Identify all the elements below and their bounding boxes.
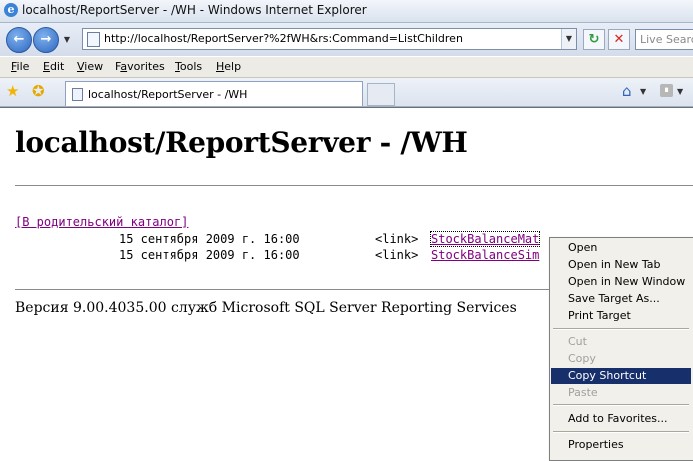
stop-button[interactable]: ✕ [608, 29, 630, 50]
context-separator [553, 328, 689, 330]
context-properties[interactable]: Properties [551, 437, 691, 453]
context-cut[interactable]: Cut [551, 334, 691, 350]
context-properties-label: Properties [568, 438, 624, 451]
add-favorites-icon[interactable]: ✪ [32, 84, 45, 99]
context-paste-label: Paste [568, 386, 598, 399]
tab-toolbar: ★ ✪ localhost/ReportServer - /WH ⌂ ▼ ∎ ▼ [0, 78, 693, 107]
parent-directory-link[interactable]: [В родительский каталог] [15, 215, 188, 229]
menu-favorites[interactable]: Favorites [115, 60, 165, 73]
row-type: <link> [375, 232, 419, 246]
page-icon [87, 32, 100, 47]
divider-top [15, 185, 693, 186]
context-open[interactable]: Open [551, 240, 691, 256]
row-date: 15 сентября 2009 г. 16:00 [119, 232, 300, 246]
new-tab-button[interactable] [367, 83, 395, 106]
back-button[interactable]: ← [6, 27, 32, 53]
menu-edit-key: E [43, 60, 50, 73]
search-placeholder: Live Search [640, 33, 693, 46]
menu-tools-rest: ools [179, 60, 203, 73]
home-icon[interactable]: ⌂ [622, 83, 638, 99]
back-icon: ← [13, 32, 25, 47]
address-field[interactable]: http://localhost/ReportServer?%2fWH&rs:C… [82, 28, 577, 50]
context-open-new-tab[interactable]: Open in New Tab [551, 257, 691, 273]
ie-logo-icon: e [4, 3, 18, 17]
address-toolbar: ← → ▼ http://localhost/ReportServer?%2fW… [0, 23, 693, 56]
window-title: localhost/ReportServer - /WH - Windows I… [22, 3, 367, 17]
forward-icon: → [40, 32, 52, 47]
address-url[interactable]: http://localhost/ReportServer?%2fWH&rs:C… [104, 32, 463, 45]
history-dropdown-button[interactable]: ▼ [62, 35, 72, 45]
context-copy-shortcut[interactable]: Copy Shortcut [551, 368, 691, 384]
menu-help[interactable]: Help [216, 60, 241, 73]
context-save-target[interactable]: Save Target As... [551, 291, 691, 307]
title-bar: e localhost/ReportServer - /WH - Windows… [0, 0, 693, 23]
menu-bar: File Edit View Favorites Tools Help [0, 57, 693, 78]
context-menu: Open Open in New Tab Open in New Window … [549, 237, 693, 461]
context-copy-label: Copy [568, 352, 596, 365]
context-open-new-window[interactable]: Open in New Window [551, 274, 691, 290]
menu-file-rest: ile [16, 60, 30, 73]
context-add-to-favorites[interactable]: Add to Favorites... [551, 411, 691, 427]
menu-edit-rest: dit [49, 60, 65, 73]
favorites-star-icon[interactable]: ★ [6, 84, 19, 99]
menu-edit[interactable]: Edit [43, 60, 64, 73]
menu-view-rest: iew [84, 60, 104, 73]
menu-help-rest: elp [224, 60, 242, 73]
context-open-new-tab-label: Open in New Tab [568, 258, 661, 271]
context-print-target[interactable]: Print Target [551, 308, 691, 324]
context-separator [553, 431, 689, 433]
feeds-icon[interactable]: ∎ [660, 84, 673, 97]
tab-current[interactable]: localhost/ReportServer - /WH [65, 81, 363, 106]
context-add-to-favorites-label: Add to Favorites... [568, 412, 668, 425]
refresh-button[interactable]: ↻ [583, 29, 605, 50]
row-type: <link> [375, 248, 419, 262]
menu-tools[interactable]: Tools [175, 60, 202, 73]
context-copy[interactable]: Copy [551, 351, 691, 367]
stop-icon: ✕ [613, 32, 625, 47]
context-copy-shortcut-label: Copy Shortcut [568, 369, 647, 382]
page-title: localhost/ReportServer - /WH [15, 126, 468, 159]
refresh-icon: ↻ [588, 32, 600, 47]
home-dropdown-button[interactable]: ▼ [640, 87, 646, 96]
context-open-new-window-label: Open in New Window [568, 275, 686, 288]
row-date: 15 сентября 2009 г. 16:00 [119, 248, 300, 262]
context-cut-label: Cut [568, 335, 587, 348]
context-open-label: Open [568, 241, 598, 254]
menu-file[interactable]: File [11, 60, 29, 73]
context-print-target-label: Print Target [568, 309, 631, 322]
report-link[interactable]: StockBalanceSim [431, 248, 539, 262]
tab-page-icon [72, 88, 83, 101]
search-input[interactable]: Live Search [635, 29, 693, 50]
address-dropdown-button[interactable]: ▼ [561, 29, 576, 49]
tab-label: localhost/ReportServer - /WH [88, 88, 248, 101]
context-separator [553, 404, 689, 406]
context-save-target-label: Save Target As... [568, 292, 660, 305]
forward-button[interactable]: → [33, 27, 59, 53]
version-footer: Версия 9.00.4035.00 служб Microsoft SQL … [15, 300, 517, 316]
menu-favorites-rest: vorites [127, 60, 165, 73]
context-paste[interactable]: Paste [551, 385, 691, 401]
feeds-dropdown-button[interactable]: ▼ [677, 87, 683, 96]
menu-view[interactable]: View [77, 60, 103, 73]
report-link[interactable]: StockBalanceMat [429, 231, 541, 247]
